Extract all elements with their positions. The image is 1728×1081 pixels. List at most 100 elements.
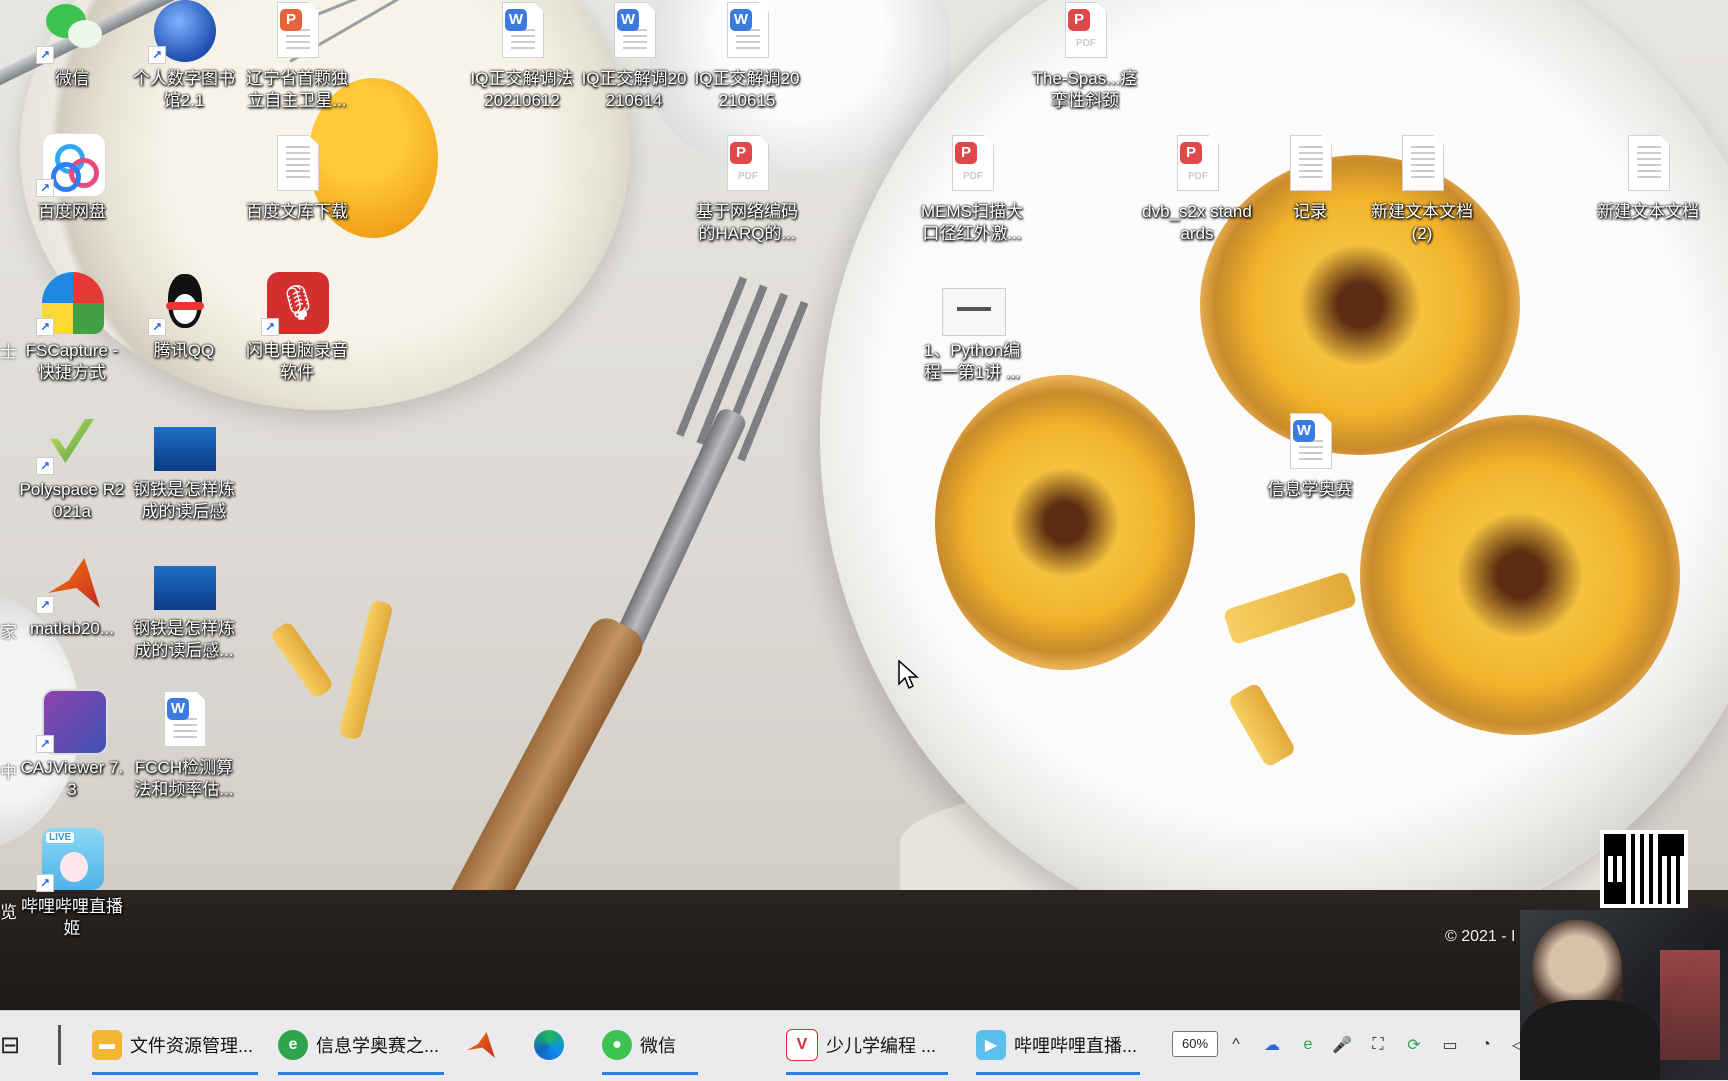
update-icon[interactable]: ⟳ [1402,1033,1426,1057]
icon-label: 1、Python编程一第1讲 ... [923,341,1021,382]
webcam-overlay [1520,910,1728,1080]
icon-label: 百度文库下载 [246,202,348,221]
desktop-icon-baidu-netdisk[interactable]: ↗ 百度网盘 [16,133,128,223]
icon-label: 腾讯QQ [153,341,215,360]
desktop-icon-matlab[interactable]: ↗ matlab20... [16,550,128,640]
icon-label: 新建文本文档 (2) [1371,202,1473,243]
edge-label: 中 [0,763,17,782]
edge-label: 览 [0,903,17,922]
desktop[interactable]: 士 家 中 览 ↗ 微信 ↗ 个人数字图书馆2.1 P 辽宁省首颗独立自主卫星.… [0,0,1728,1010]
desktop-icon-slide-blue[interactable]: 钢铁是怎样炼成的读后感... [128,550,240,662]
desktop-icon-word[interactable]: W 信息学奥赛 [1254,411,1366,501]
desktop-icon-text[interactable]: 记录 [1254,133,1366,223]
wallpaper-fork-neck [611,405,749,655]
desktop-icon-word[interactable]: W FCCH检测算法和频率估... [128,689,240,801]
task-view-button[interactable]: ⊟ [0,1015,30,1075]
matlab-icon [466,1030,496,1060]
pdf-file-icon: P PDF [1177,135,1219,191]
desktop-icon-cajviewer[interactable]: ↗ CAJViewer 7.3 [16,689,128,801]
slide-thumbnail-icon [154,427,216,471]
text-file-icon [277,135,319,191]
desktop-icon-slide-blue[interactable]: 钢铁是怎样炼成的读后感 [128,411,240,523]
desktop-icon-qq[interactable]: ↗ 腾讯QQ [128,272,240,362]
icon-label: FCCH检测算法和频率估... [134,758,234,799]
ie-tray-icon[interactable]: e [1296,1033,1320,1057]
desktop-icon-word[interactable]: W IQ正交解调20210615 [691,0,803,112]
shortcut-arrow-icon: ↗ [36,318,54,336]
taskbar-app-edge[interactable] [534,1015,574,1075]
cloud-sync-icon[interactable]: ☁ [1260,1033,1284,1057]
desktop-icon-polyspace[interactable]: ↗ Polyspace R2021a [16,411,128,523]
desktop-icon-library[interactable]: ↗ 个人数字图书馆2.1 [128,0,240,112]
mouse-cursor-icon [898,660,919,690]
icon-label: FSCapture - 快捷方式 [25,341,119,382]
pdf-file-icon: P PDF [1065,2,1107,58]
text-file-icon [1402,135,1444,191]
wallpaper-egg-tart [1360,415,1680,735]
shortcut-arrow-icon: ↗ [36,596,54,614]
screen-capture-icon[interactable]: ⛶ [1366,1033,1390,1057]
word-file-icon: W [727,2,769,58]
desktop-icon-text[interactable]: 新建文本文档 (2) [1366,133,1478,245]
desktop-icon-fscapture[interactable]: ↗ FSCapture - 快捷方式 [16,272,128,384]
desktop-icon-slide[interactable]: 1、Python编程一第1讲 ... [916,272,1028,384]
text-file-icon [1290,135,1332,191]
taskbar-app-matlab[interactable] [466,1015,506,1075]
bilibili-icon: ▶ [976,1030,1006,1060]
icon-label: dvb_s2x standards [1142,202,1252,243]
taskbar-divider [58,1025,61,1065]
edge-label: 家 [0,623,17,642]
desktop-icon-pdf[interactable]: P PDF The-Spas...痉挛性斜颈 [1029,0,1141,112]
shortcut-arrow-icon: ↗ [148,318,166,336]
webcam-background [1660,950,1720,1060]
desktop-icon-word[interactable]: W IQ正交解调20210614 [578,0,690,112]
wallpaper-peel [338,599,394,741]
desktop-icon-word[interactable]: W IQ正交解调法20210612 [466,0,578,112]
desktop-icon-recorder[interactable]: 🎙 ↗ 闪电电脑录音软件 [241,272,353,384]
taskbar-app-label: 文件资源管理... [130,1036,254,1056]
wifi-icon[interactable]: ◔ [1474,1033,1498,1057]
taskbar-app-label: 哔哩哔哩直播... [1014,1036,1138,1056]
shortcut-arrow-icon: ↗ [36,457,54,475]
qr-code [1600,830,1688,908]
slide-thumbnail-icon [942,288,1006,336]
desktop-icon-text[interactable]: 新建文本文档 [1592,133,1704,223]
slide-thumbnail-icon [154,566,216,610]
folder-icon: ▬ [92,1030,122,1060]
desktop-icon-pdf[interactable]: P PDF 基于网络编码的HARQ的... [691,133,803,245]
icon-label: 钢铁是怎样炼成的读后感... [133,619,235,660]
desktop-icon-bilibili[interactable]: LIVE ↗ 哔哩哔哩直播姬 [16,828,128,940]
desktop-icon-text[interactable]: 百度文库下载 [241,133,353,223]
taskbar-app-wechat[interactable]: ● 微信 [602,1015,698,1075]
battery-level-indicator[interactable]: 60% [1172,1031,1218,1057]
icon-label: Polyspace R2021a [19,480,125,521]
icon-label: IQ正交解调20210614 [581,69,687,110]
icon-label: 百度网盘 [38,202,106,221]
shortcut-arrow-icon: ↗ [36,46,54,64]
shortcut-arrow-icon: ↗ [36,735,54,753]
desktop-icon-pdf[interactable]: P PDF MEMS扫描大口径红外激... [916,133,1028,245]
microphone-icon[interactable]: 🎤 [1330,1033,1354,1057]
icon-label: matlab20... [29,619,115,638]
wechat-icon: ● [602,1030,632,1060]
desktop-icon-wechat[interactable]: ↗ 微信 [16,0,128,90]
text-file-icon [1628,135,1670,191]
wallpaper-table-edge [0,890,1728,1010]
battery-icon[interactable]: ▭ [1438,1033,1462,1057]
desktop-icon-pdf[interactable]: P PDF dvb_s2x standards [1141,133,1253,245]
desktop-icon-ppt[interactable]: P 辽宁省首颗独立自主卫星... [241,0,353,112]
taskbar-app-bilibili[interactable]: ▶ 哔哩哔哩直播... [976,1015,1140,1075]
show-hidden-icons-chevron[interactable]: ^ [1224,1033,1248,1057]
taskbar-app-file-explorer[interactable]: ▬ 文件资源管理... [92,1015,258,1075]
taskbar-app-label: 微信 [640,1036,676,1056]
word-file-icon: W [1290,413,1332,469]
icon-label: 个人数字图书馆2.1 [133,69,235,110]
icon-label: IQ正交解调20210615 [694,69,800,110]
taskbar: ⊟ ▬ 文件资源管理... e 信息学奥赛之... ● 微信 V 少儿学编程 .… [0,1010,1728,1081]
taskbar-app-browser[interactable]: e 信息学奥赛之... [278,1015,444,1075]
edge-icon [534,1030,564,1060]
taskbar-app-video[interactable]: V 少儿学编程 ... [786,1015,948,1075]
taskbar-app-label: 少儿学编程 ... [826,1036,937,1056]
webcam-person-shirt [1520,1000,1660,1080]
word-file-icon: W [614,2,656,58]
